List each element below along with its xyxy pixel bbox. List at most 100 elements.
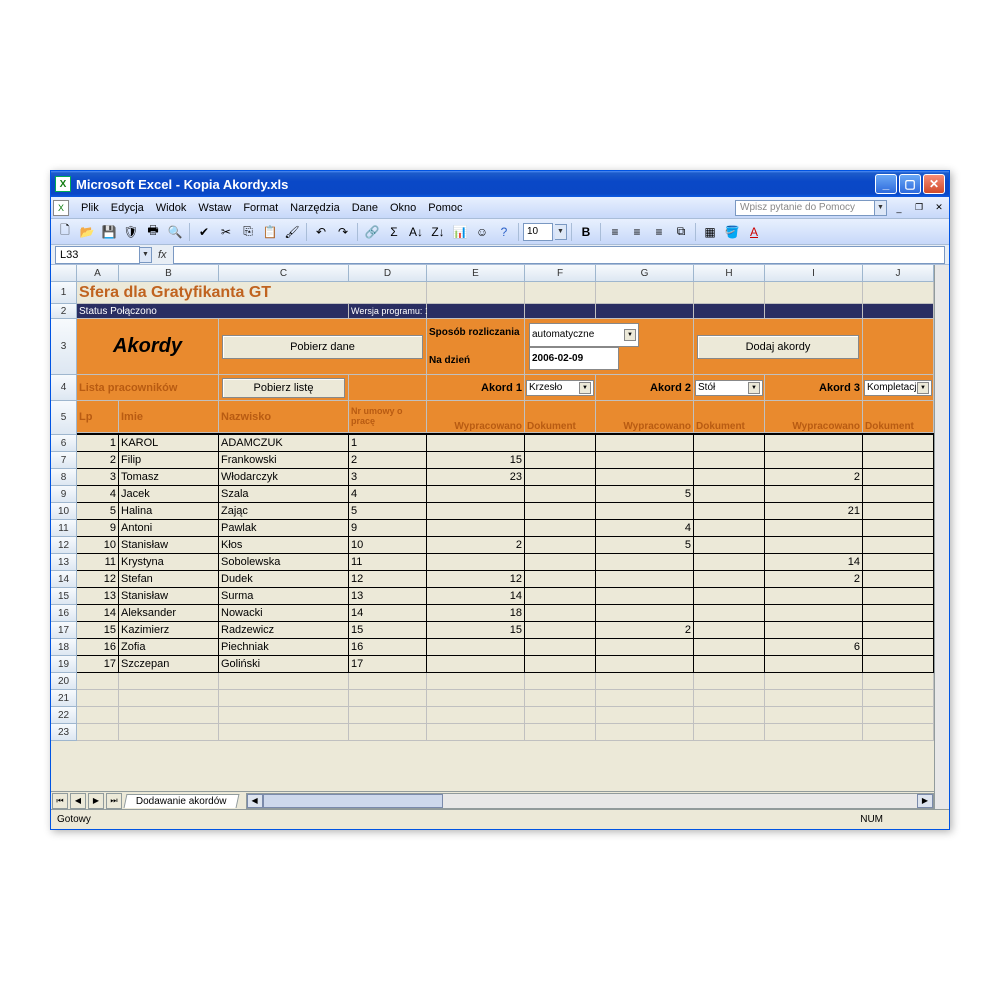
col-header[interactable]: F — [525, 265, 596, 281]
cell-nr[interactable]: 12 — [349, 571, 427, 588]
cell-nazwisko[interactable]: Kłos — [219, 537, 349, 554]
mdi-restore-button[interactable]: ❐ — [911, 201, 927, 215]
formula-input[interactable] — [173, 246, 945, 264]
cell-imie[interactable]: Stanisław — [119, 588, 219, 605]
cell-a2[interactable] — [596, 469, 694, 486]
cell-nr[interactable]: 4 — [349, 486, 427, 503]
cell-a3-doc[interactable] — [863, 605, 934, 622]
cell-a2[interactable] — [596, 656, 694, 673]
cell-a1-doc[interactable] — [525, 520, 596, 537]
cell-a1[interactable] — [427, 503, 525, 520]
cell-nr[interactable]: 13 — [349, 588, 427, 605]
smiley-icon[interactable]: ☺ — [472, 222, 492, 242]
redo-icon[interactable]: ↷ — [333, 222, 353, 242]
cell-imie[interactable]: KAROL — [119, 435, 219, 452]
cell-nr[interactable]: 15 — [349, 622, 427, 639]
cell-a3[interactable]: 21 — [765, 503, 863, 520]
cell-a3-doc[interactable] — [863, 554, 934, 571]
maximize-button[interactable]: ▢ — [899, 174, 921, 194]
row-header[interactable]: 10 — [51, 503, 77, 520]
row-header[interactable]: 23 — [51, 724, 77, 741]
cell-lp[interactable]: 13 — [77, 588, 119, 605]
cell-a2-doc[interactable] — [694, 639, 765, 656]
cell-a1[interactable] — [427, 554, 525, 571]
horizontal-scrollbar[interactable]: ◀ ▶ — [246, 793, 934, 809]
cell-a1-doc[interactable] — [525, 469, 596, 486]
akord1-dropdown[interactable]: Krzesło▼ — [526, 380, 594, 396]
cell-a3-doc[interactable] — [863, 520, 934, 537]
cell-lp[interactable]: 14 — [77, 605, 119, 622]
tab-prev-icon[interactable]: ◀ — [70, 793, 86, 809]
cell-lp[interactable]: 12 — [77, 571, 119, 588]
cell-lp[interactable]: 15 — [77, 622, 119, 639]
row-header[interactable]: 13 — [51, 554, 77, 571]
tab-next-icon[interactable]: ▶ — [88, 793, 104, 809]
cell-lp[interactable]: 1 — [77, 435, 119, 452]
pobierz-dane-button[interactable]: Pobierz dane — [222, 335, 423, 359]
cell-a2[interactable] — [596, 605, 694, 622]
row-header[interactable]: 1 — [51, 282, 77, 304]
cell-a1-doc[interactable] — [525, 656, 596, 673]
col-header[interactable]: C — [219, 265, 349, 281]
spelling-icon[interactable]: ✔ — [194, 222, 214, 242]
cell-a3[interactable]: 2 — [765, 571, 863, 588]
name-box[interactable]: L33 — [55, 246, 140, 264]
cells-area[interactable]: 1 Sfera dla Gratyfikanta GT 2 Status Poł… — [51, 282, 934, 791]
cell-nazwisko[interactable]: Surma — [219, 588, 349, 605]
cell-lp[interactable]: 11 — [77, 554, 119, 571]
cell-a3[interactable] — [765, 605, 863, 622]
menu-format[interactable]: Format — [237, 200, 284, 216]
cell-a3-doc[interactable] — [863, 537, 934, 554]
cell-lp[interactable]: 4 — [77, 486, 119, 503]
cell-nazwisko[interactable]: Zając — [219, 503, 349, 520]
cell-nr[interactable]: 2 — [349, 452, 427, 469]
cell-nazwisko[interactable]: Goliński — [219, 656, 349, 673]
cell-nr[interactable]: 17 — [349, 656, 427, 673]
cell-a3[interactable] — [765, 520, 863, 537]
cell-nr[interactable]: 16 — [349, 639, 427, 656]
bold-icon[interactable]: B — [576, 222, 596, 242]
scroll-thumb[interactable] — [263, 794, 443, 808]
cell-a2[interactable] — [596, 452, 694, 469]
paste-icon[interactable]: 📋 — [260, 222, 280, 242]
cell-a1-doc[interactable] — [525, 435, 596, 452]
cell-a2[interactable]: 2 — [596, 622, 694, 639]
cell-imie[interactable]: Filip — [119, 452, 219, 469]
close-button[interactable]: ✕ — [923, 174, 945, 194]
cell-a1-doc[interactable] — [525, 588, 596, 605]
cell-nazwisko[interactable]: Nowacki — [219, 605, 349, 622]
sheet-title[interactable]: Sfera dla Gratyfikanta GT — [77, 282, 427, 304]
cell-a2-doc[interactable] — [694, 605, 765, 622]
cell-a2[interactable]: 5 — [596, 537, 694, 554]
new-icon[interactable]: 🗋 — [55, 222, 75, 242]
cell-imie[interactable]: Zofia — [119, 639, 219, 656]
help-search-box[interactable]: Wpisz pytanie do Pomocy — [735, 200, 875, 216]
cell-a3[interactable] — [765, 435, 863, 452]
cell-lp[interactable]: 3 — [77, 469, 119, 486]
col-header[interactable]: D — [349, 265, 427, 281]
align-right-icon[interactable]: ≡ — [649, 222, 669, 242]
row-header[interactable]: 11 — [51, 520, 77, 537]
cell-a1-doc[interactable] — [525, 537, 596, 554]
cell-a2[interactable]: 4 — [596, 520, 694, 537]
menu-okno[interactable]: Okno — [384, 200, 422, 216]
cell-nazwisko[interactable]: Radzewicz — [219, 622, 349, 639]
cell-a2[interactable] — [596, 571, 694, 588]
cell-a2[interactable] — [596, 588, 694, 605]
undo-icon[interactable]: ↶ — [311, 222, 331, 242]
cell-a1[interactable]: 18 — [427, 605, 525, 622]
row-header[interactable]: 20 — [51, 673, 77, 690]
cell-lp[interactable]: 16 — [77, 639, 119, 656]
menu-plik[interactable]: Plik — [75, 200, 105, 216]
col-header[interactable]: A — [77, 265, 119, 281]
cell-imie[interactable]: Halina — [119, 503, 219, 520]
hyperlink-icon[interactable]: 🔗 — [362, 222, 382, 242]
cell-a1[interactable] — [427, 656, 525, 673]
col-header[interactable]: B — [119, 265, 219, 281]
cell-a2[interactable] — [596, 503, 694, 520]
open-icon[interactable]: 📂 — [77, 222, 97, 242]
minimize-button[interactable]: _ — [875, 174, 897, 194]
cell-a2-doc[interactable] — [694, 469, 765, 486]
cut-icon[interactable]: ✂ — [216, 222, 236, 242]
akord2-dropdown[interactable]: Stół▼ — [695, 380, 763, 396]
